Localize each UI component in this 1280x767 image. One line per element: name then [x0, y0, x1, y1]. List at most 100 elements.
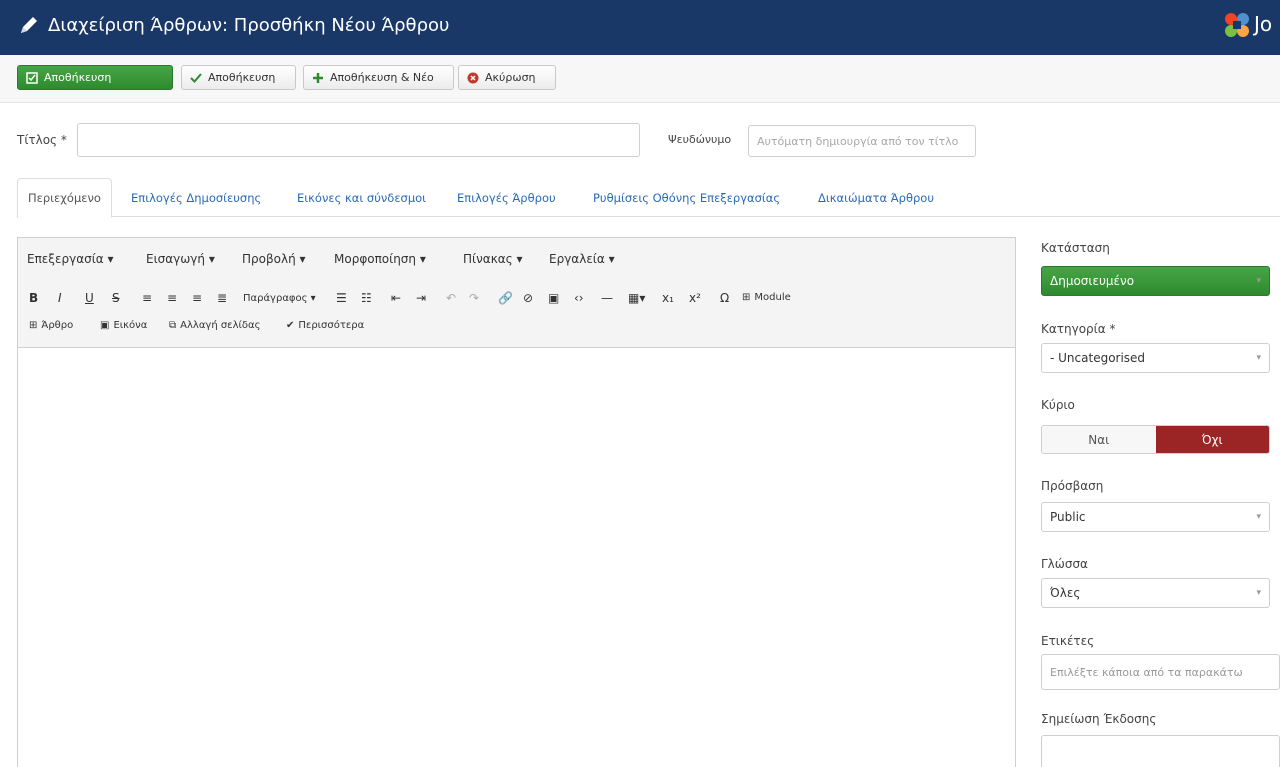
bullet-list-icon[interactable]: ☰ [336, 291, 347, 305]
cancel-button[interactable]: Ακύρωση [458, 65, 556, 90]
alias-label: Ψευδώνυμο [668, 133, 732, 146]
align-justify-icon[interactable]: ≣ [217, 291, 227, 305]
save-close-button[interactable]: Αποθήκευση [181, 65, 296, 90]
tab-editor-config[interactable]: Ρυθμίσεις Οθόνης Επεξεργασίας [583, 178, 790, 217]
outdent-icon[interactable]: ⇤ [391, 291, 401, 305]
version-note-input[interactable] [1041, 735, 1280, 767]
readmore-button[interactable]: ✔ Περισσότερα [286, 320, 364, 331]
content-editor: Επεξεργασία ▾ Εισαγωγή ▾ Προβολή ▾ Μορφο… [17, 237, 1016, 767]
image-icon: ▣ [100, 320, 110, 331]
featured-toggle[interactable]: Ναι Όχι [1041, 425, 1270, 454]
tab-content[interactable]: Περιεχόμενο [17, 178, 112, 218]
title-input[interactable] [77, 123, 640, 157]
paragraph-format-dropdown[interactable]: Παράγραφος ▾ [243, 293, 316, 304]
status-select[interactable]: Δημοσιευμένο ▾ [1041, 266, 1270, 296]
action-toolbar: Αποθήκευση Αποθήκευση Αποθήκευση & Νέο Α… [0, 55, 1280, 103]
image-label: Εικόνα [113, 320, 148, 331]
category-select[interactable]: - Uncategorised ▾ [1041, 343, 1270, 373]
numbered-list-icon[interactable]: ☷ [361, 291, 372, 305]
access-label: Πρόσβαση [1041, 479, 1104, 493]
special-character-icon[interactable]: Ω [720, 291, 729, 305]
table-icon[interactable]: ▦▾ [628, 291, 645, 305]
menu-format[interactable]: Μορφοποίηση ▾ [334, 252, 426, 266]
readmore-label: Περισσότερα [298, 320, 365, 331]
align-left-icon[interactable]: ≡ [142, 291, 152, 305]
align-center-icon[interactable]: ≡ [167, 291, 177, 305]
menu-table[interactable]: Πίνακας ▾ [463, 252, 523, 266]
status-label: Κατάσταση [1041, 241, 1110, 255]
access-value: Public [1050, 510, 1086, 524]
featured-label: Κύριο [1041, 398, 1075, 412]
pagebreak-label: Αλλαγή σελίδας [180, 320, 261, 331]
code-icon[interactable]: ‹› [574, 291, 584, 305]
pagebreak-button[interactable]: ⧉ Αλλαγή σελίδας [169, 320, 260, 331]
joomla-logo-icon [1225, 13, 1249, 37]
language-label: Γλώσσα [1041, 557, 1088, 571]
image-button[interactable]: ▣ Εικόνα [100, 320, 147, 331]
tab-images-links[interactable]: Εικόνες και σύνδεσμοι [287, 178, 436, 217]
insert-image-icon[interactable]: ▣ [548, 291, 559, 305]
editor-menubar: Επεξεργασία ▾ Εισαγωγή ▾ Προβολή ▾ Μορφο… [18, 238, 1015, 282]
save-button[interactable]: Αποθήκευση [17, 65, 173, 90]
undo-icon[interactable]: ↶ [446, 291, 456, 305]
pagebreak-icon: ⧉ [169, 320, 177, 331]
page-title: Διαχείριση Άρθρων: Προσθήκη Νέου Άρθρου [48, 15, 450, 36]
save-close-button-label: Αποθήκευση [208, 71, 276, 84]
featured-no-option[interactable]: Όχι [1155, 426, 1269, 453]
article-tabs: Περιεχόμενο Επιλογές Δημοσίευσης Εικόνες… [17, 178, 1280, 218]
access-select[interactable]: Public ▾ [1041, 502, 1270, 532]
superscript-icon[interactable]: x² [689, 291, 701, 305]
menu-insert[interactable]: Εισαγωγή ▾ [146, 252, 215, 266]
align-right-icon[interactable]: ≡ [192, 291, 202, 305]
chevron-down-icon: ▾ [1256, 353, 1261, 363]
tab-permissions[interactable]: Δικαιώματα Άρθρου [808, 178, 944, 217]
unlink-icon[interactable]: ⊘ [523, 291, 533, 305]
italic-icon[interactable]: I [58, 291, 62, 305]
module-button[interactable]: ⊞ Module [742, 292, 791, 303]
menu-edit[interactable]: Επεξεργασία ▾ [27, 252, 114, 266]
title-label: Τίτλος * [17, 133, 67, 147]
tab-publishing[interactable]: Επιλογές Δημοσίευσης [121, 178, 271, 217]
chevron-down-icon: ▾ [1256, 588, 1261, 598]
plus-icon [313, 72, 323, 83]
editor-toolbar: B I U S ≡ ≡ ≡ ≣ Παράγραφος ▾ ☰ ☷ ⇤ ⇥ ↶ ↷… [18, 282, 1015, 348]
joomla-logo-text: Jo [1254, 12, 1273, 36]
tags-label: Ετικέτες [1041, 634, 1095, 648]
save-button-label: Αποθήκευση [44, 71, 112, 84]
cancel-icon [467, 72, 479, 83]
status-value: Δημοσιευμένο [1050, 274, 1135, 288]
featured-yes-option[interactable]: Ναι [1042, 426, 1156, 453]
version-note-label: Σημείωση Έκδοσης [1041, 712, 1157, 726]
indent-icon[interactable]: ⇥ [416, 291, 426, 305]
chevron-down-icon: ▾ [1256, 276, 1261, 286]
module-label: Module [754, 292, 791, 303]
save-new-button-label: Αποθήκευση & Νέο [330, 71, 434, 84]
language-select[interactable]: Όλες ▾ [1041, 578, 1270, 608]
category-value: - Uncategorised [1050, 351, 1146, 365]
language-value: Όλες [1050, 586, 1081, 600]
bold-icon[interactable]: B [29, 291, 38, 305]
page-header: Διαχείριση Άρθρων: Προσθήκη Νέου Άρθρου … [0, 0, 1280, 55]
save-new-button[interactable]: Αποθήκευση & Νέο [303, 65, 454, 90]
strikethrough-icon[interactable]: S [112, 291, 120, 305]
module-icon: ⊞ [742, 292, 751, 303]
chevron-down-icon: ▾ [1256, 512, 1261, 522]
article-label: Άρθρο [41, 320, 74, 331]
article-button[interactable]: ⊞ Άρθρο [29, 320, 73, 331]
subscript-icon[interactable]: x₁ [662, 291, 674, 305]
link-icon[interactable]: 🔗 [498, 291, 513, 305]
cancel-button-label: Ακύρωση [485, 71, 536, 84]
alias-input[interactable]: Αυτόματη δημιουργία από τον τίτλο [748, 125, 976, 157]
redo-icon[interactable]: ↷ [469, 291, 479, 305]
article-icon: ⊞ [29, 320, 38, 331]
save-icon [26, 71, 38, 84]
menu-tools[interactable]: Εργαλεία ▾ [549, 252, 615, 266]
check-icon [190, 72, 202, 83]
category-label: Κατηγορία * [1041, 322, 1116, 336]
tags-input[interactable]: Επιλέξτε κάποια από τα παρακάτω [1041, 654, 1280, 690]
pencil-icon [21, 17, 37, 33]
menu-view[interactable]: Προβολή ▾ [242, 252, 306, 266]
tab-article-options[interactable]: Επιλογές Άρθρου [447, 178, 566, 217]
horizontal-rule-icon[interactable]: — [601, 291, 613, 305]
underline-icon[interactable]: U [85, 291, 94, 305]
